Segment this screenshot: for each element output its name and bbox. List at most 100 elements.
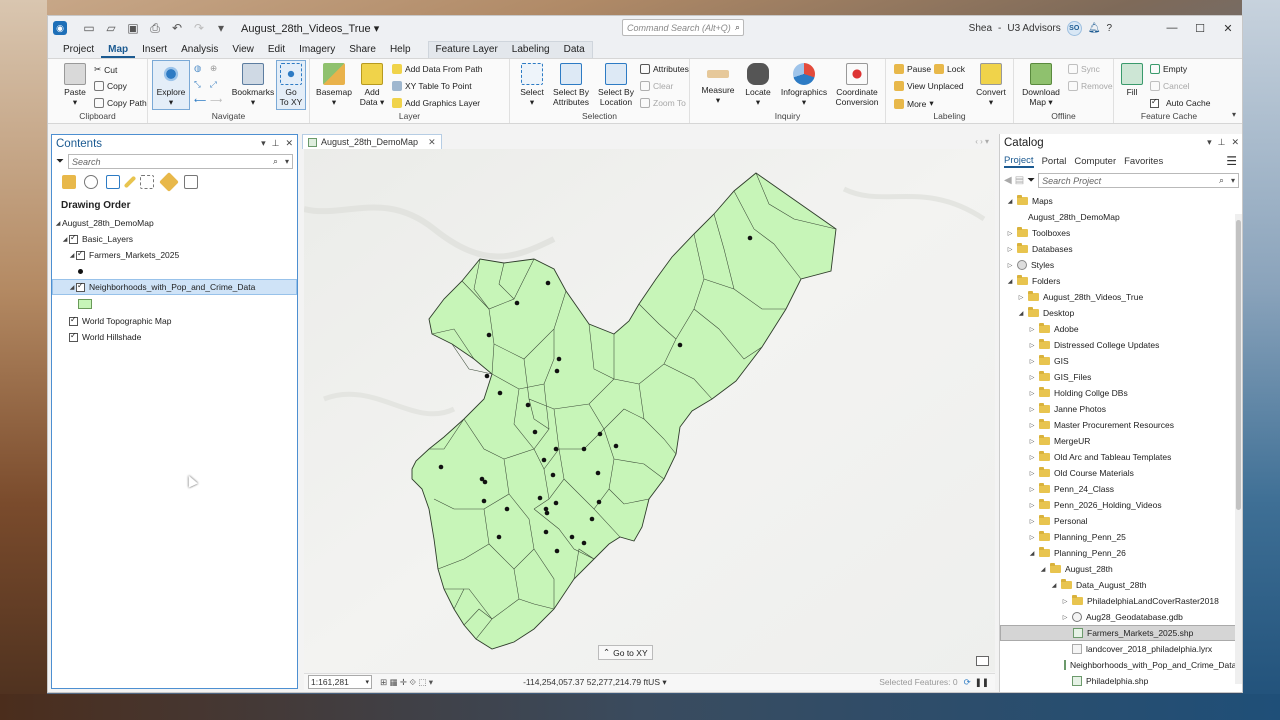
tree-layer-world-hillshade[interactable]: World Hillshade [52,329,297,345]
more-labeling-button[interactable]: More ▾ [894,98,934,109]
next-extent-icon[interactable]: ⟶ [210,95,222,106]
fixed-zoom-icon[interactable]: ⊕ [210,63,217,74]
tab-imagery[interactable]: Imagery [292,44,342,58]
tree-layer-neighborhoods[interactable]: ◢ Neighborhoods_with_Pop_and_Crime_Data [52,279,297,295]
undo-icon[interactable]: ↶ [169,21,185,36]
map-tab-scroll-controls[interactable]: ‹ › ▾ [975,137,989,146]
farmers-market-point[interactable] [554,548,560,554]
farmers-market-point[interactable] [484,373,490,379]
filter-icon[interactable]: ⏷ [1027,175,1035,186]
zoom-out-icon[interactable]: ⤢ [210,79,217,90]
farmers-market-point[interactable] [525,402,531,408]
command-search-input[interactable]: Command Search (Alt+Q) ⌕ [622,19,744,36]
contents-search-input[interactable]: Search ⌕ ▾ [68,154,293,169]
tab-insert[interactable]: Insert [135,44,174,58]
pause-drawing-icon[interactable]: ❚❚ [975,677,989,688]
collapse-icon[interactable]: ◢ [1006,278,1014,285]
catalog-item[interactable]: Farmers_Markets_2025.shp [1000,625,1242,641]
catalog-item[interactable]: ▷ Holding Collge DBs [1000,385,1242,401]
catalog-scrollbar[interactable] [1235,214,1242,684]
catalog-item[interactable]: ▷ Penn_2026_Holding_Videos [1000,497,1242,513]
tree-layer-farmers-markets[interactable]: ◢ Farmers_Markets_2025 [52,247,297,263]
farmers-market-point[interactable] [496,534,502,540]
farmers-market-point[interactable] [613,443,619,449]
select-by-location-button[interactable]: Select By Location [594,61,638,107]
catalog-item[interactable]: ◢ August_28th [1000,561,1242,577]
catalog-item[interactable]: ▷ August_28th_Videos_True [1000,289,1242,305]
catalog-item[interactable]: landcover_2018_philadelphia.lyrx [1000,641,1242,657]
farmers-market-point[interactable] [541,457,547,463]
tree-group-basic-layers[interactable]: ◢ Basic_Layers [52,231,297,247]
expand-icon[interactable]: ▷ [1028,470,1036,477]
farmers-market-point[interactable] [550,472,556,478]
hamburger-menu-icon[interactable]: ☰ [1226,154,1237,168]
tab-view[interactable]: View [225,44,261,58]
pane-menu-icon[interactable]: ▾ [261,138,266,149]
farmers-market-point[interactable] [581,540,587,546]
infographics-button[interactable]: Infographics ▾ [778,61,830,107]
maximize-icon[interactable]: ☐ [1186,22,1214,35]
expand-icon[interactable]: ▷ [1028,342,1036,349]
measure-button[interactable]: Measure ▾ [698,61,738,105]
catalog-item[interactable]: ▷ Adobe [1000,321,1242,337]
catalog-item[interactable]: ▷ Penn_24_Class [1000,481,1242,497]
tab-data[interactable]: Data [557,42,592,58]
explore-button[interactable]: Explore ▾ [152,60,190,110]
expand-icon[interactable]: ▷ [1006,230,1014,237]
expand-icon[interactable]: ◢ [61,236,69,243]
download-map-button[interactable]: Download Map ▾ [1018,61,1064,107]
full-extent-icon[interactable]: ◍ [194,63,201,74]
auto-cache-checkbox[interactable]: Auto Cache [1150,97,1210,108]
fill-cache-button[interactable]: Fill [1118,61,1146,97]
filter-icon[interactable]: ⏷ [56,156,64,167]
expand-icon[interactable]: ◢ [68,252,76,259]
view-unplaced-button[interactable]: View Unplaced [894,81,964,91]
farmers-market-point[interactable] [581,446,587,452]
farmers-market-point[interactable] [677,342,683,348]
new-project-icon[interactable]: ▭ [81,21,97,36]
farmers-market-point[interactable] [545,280,551,286]
farmers-market-point[interactable] [556,356,562,362]
back-icon[interactable]: ◀ [1004,175,1012,186]
farmers-market-point[interactable] [514,300,520,306]
farmers-market-point[interactable] [597,431,603,437]
scrollbar-thumb[interactable] [1236,220,1241,510]
tab-project[interactable]: Project [56,44,101,58]
chevron-down-icon[interactable]: ▾ [285,157,289,166]
catalog-search-input[interactable]: Search Project ⌕ ▾ [1038,173,1239,188]
expand-icon[interactable]: ▷ [1028,486,1036,493]
catalog-item[interactable]: ▷ GIS_Files [1000,369,1242,385]
select-button[interactable]: Select ▾ [514,61,550,107]
copy-button[interactable]: Copy [94,81,127,91]
farmers-market-point[interactable] [532,429,538,435]
tree-layer-world-topographic[interactable]: World Topographic Map [52,313,297,329]
select-by-attributes-button[interactable]: Select By Attributes [548,61,594,107]
lock-labeling-button[interactable]: Lock [934,64,965,74]
farmers-market-point[interactable] [504,506,510,512]
expand-icon[interactable]: ▷ [1028,518,1036,525]
zoom-in-icon[interactable]: ⤡ [194,79,201,90]
expand-icon[interactable]: ◢ [54,220,62,227]
catalog-tab-computer[interactable]: Computer [1074,156,1116,167]
catalog-item[interactable]: ▷ Aug28_Geodatabase.gdb [1000,609,1242,625]
catalog-tab-project[interactable]: Project [1004,155,1034,168]
collapse-icon[interactable]: ◢ [1050,582,1058,589]
expand-icon[interactable]: ▷ [1028,390,1036,397]
map-view-tab[interactable]: August_28th_DemoMap ✕ [302,134,442,149]
remove-button[interactable]: Remove [1068,81,1113,91]
visibility-checkbox[interactable] [76,281,85,292]
bookmarks-button[interactable]: Bookmarks ▾ [230,61,276,107]
farmers-market-point[interactable] [486,332,492,338]
basemap-button[interactable]: Basemap ▾ [312,61,356,107]
add-graphics-layer-button[interactable]: Add Graphics Layer [392,98,480,108]
locate-button[interactable]: Locate ▾ [740,61,776,107]
expand-icon[interactable]: ▷ [1006,246,1014,253]
catalog-item[interactable]: ◢ Maps [1000,193,1242,209]
collapse-ribbon-icon[interactable]: ▾ [1232,110,1236,119]
list-by-selection-icon[interactable] [106,175,120,189]
tab-help[interactable]: Help [383,44,418,58]
list-by-editing-icon[interactable] [123,175,137,189]
list-by-drawing-order-icon[interactable] [62,175,76,189]
expand-icon[interactable]: ▷ [1028,374,1036,381]
farmers-market-point[interactable] [589,516,595,522]
